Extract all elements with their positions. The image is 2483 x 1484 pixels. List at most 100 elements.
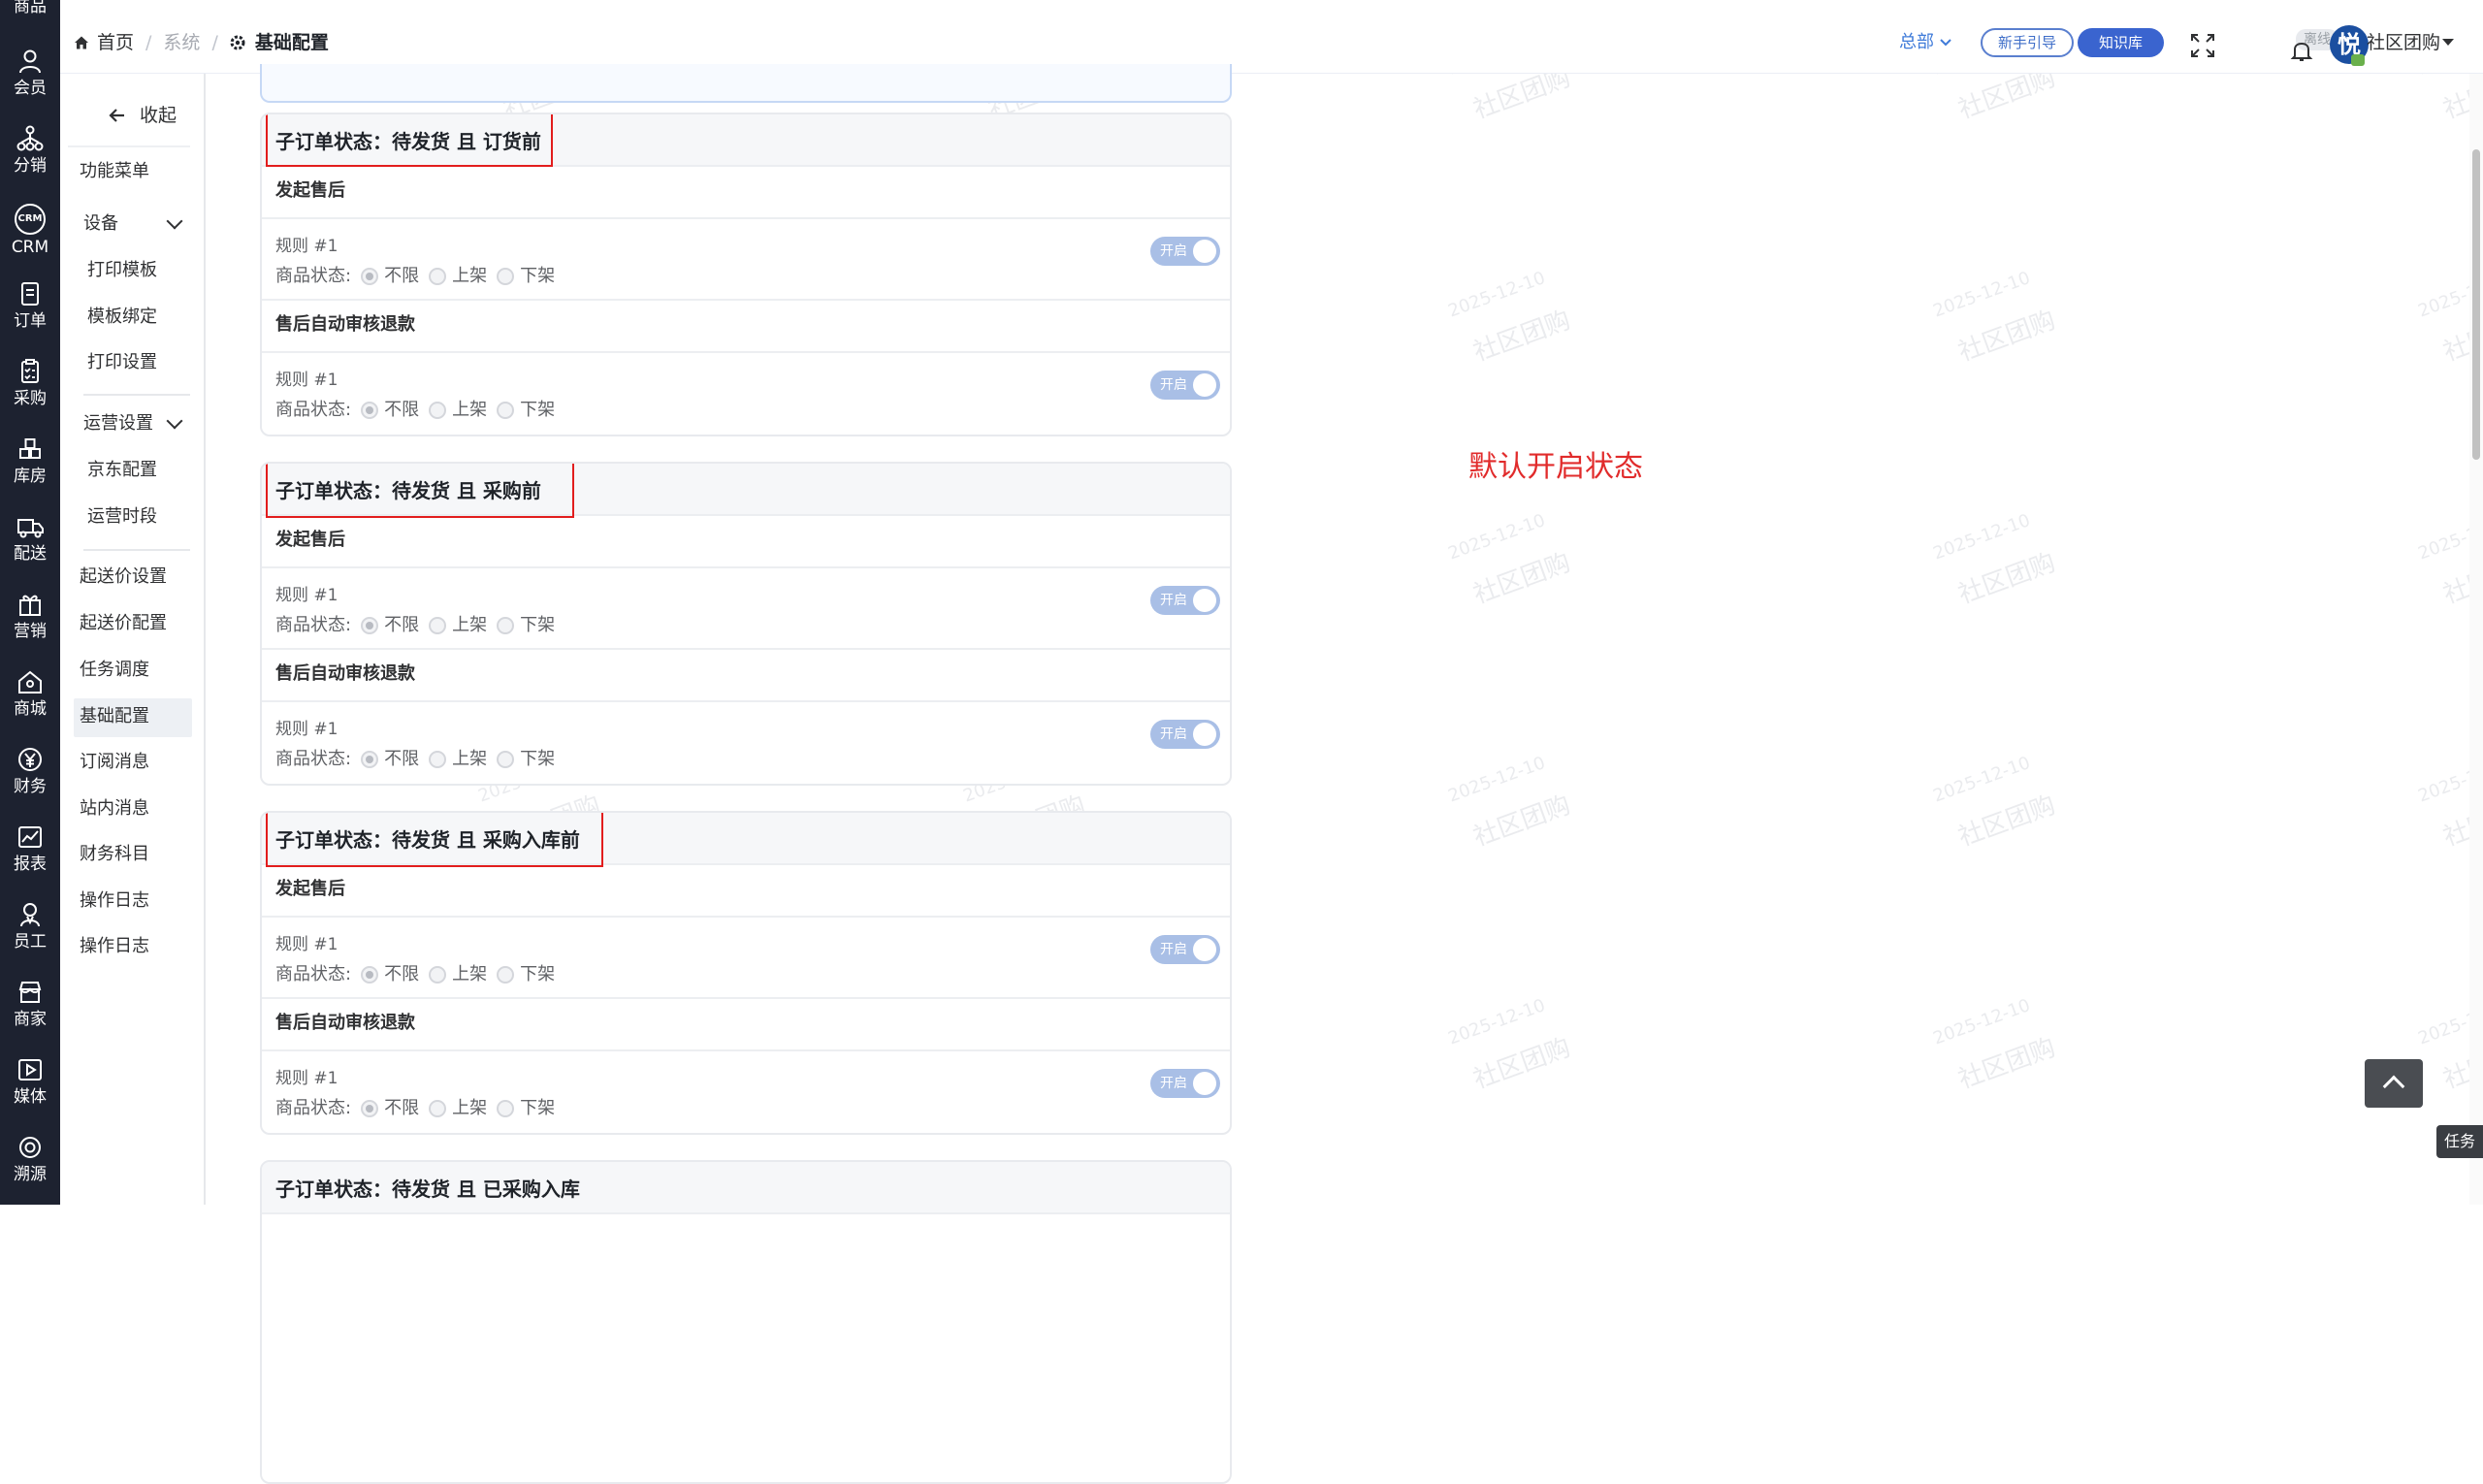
radio-button[interactable] bbox=[361, 617, 379, 634]
sidebar-item-operation-log-2[interactable]: 操作日志 bbox=[80, 934, 149, 959]
enable-toggle[interactable]: 开启 bbox=[1150, 237, 1220, 266]
watermark: 2025-12-10社区团购 bbox=[1930, 265, 2059, 371]
nav-marketing[interactable]: 营销 bbox=[0, 580, 60, 654]
nav-order[interactable]: 订单 bbox=[0, 270, 60, 343]
radio-option-label: 上架 bbox=[452, 615, 488, 635]
breadcrumb-home[interactable]: 首页 bbox=[97, 30, 134, 55]
status-label: 商品状态: bbox=[275, 964, 352, 984]
sidebar-item-print-settings[interactable]: 打印设置 bbox=[87, 350, 157, 375]
radio-button[interactable] bbox=[429, 617, 447, 634]
yuan-icon bbox=[18, 748, 42, 771]
nav-merchant[interactable]: 商家 bbox=[0, 968, 60, 1042]
product-status-radio-group: 商品状态: 不限 上架 下架 bbox=[275, 613, 555, 638]
caret-down-icon[interactable] bbox=[2442, 39, 2454, 46]
nav-finance[interactable]: 财务 bbox=[0, 735, 60, 809]
sidebar-item-ops-period[interactable]: 运营时段 bbox=[87, 504, 157, 530]
sidebar-item-task-schedule[interactable]: 任务调度 bbox=[80, 658, 149, 683]
radio-button[interactable] bbox=[497, 751, 515, 768]
sidebar-item-operation-log[interactable]: 操作日志 bbox=[80, 888, 149, 914]
radio-option-label: 不限 bbox=[384, 400, 420, 420]
nav-delivery[interactable]: 配送 bbox=[0, 502, 60, 576]
watermark: 2025-12-10社区团购 bbox=[1445, 992, 1574, 1099]
toggle-label: 开启 bbox=[1160, 243, 1187, 259]
collapse-button[interactable]: 收起 bbox=[68, 78, 190, 147]
radio-button[interactable] bbox=[429, 268, 447, 285]
radio-button[interactable] bbox=[497, 268, 515, 285]
radio-button[interactable] bbox=[361, 402, 379, 419]
section-title: 售后自动审核退款 bbox=[275, 1013, 415, 1033]
nav-label: 会员 bbox=[14, 79, 47, 98]
watermark: 2025-12-10社区团购 bbox=[1930, 750, 2059, 856]
user-name[interactable]: 社区团购 bbox=[2367, 30, 2440, 55]
radio-button[interactable] bbox=[361, 751, 379, 768]
nav-media[interactable]: 媒体 bbox=[0, 1046, 60, 1119]
sidebar-item-finance-subject[interactable]: 财务科目 bbox=[80, 842, 149, 867]
nav-mall[interactable]: 商城 bbox=[0, 658, 60, 731]
sidebar-item-template-binding[interactable]: 模板绑定 bbox=[87, 305, 157, 330]
sidebar-divider bbox=[83, 549, 190, 551]
radio-option-label: 上架 bbox=[452, 400, 488, 420]
nav-goods[interactable]: 商品 bbox=[0, 0, 60, 29]
fullscreen-icon[interactable] bbox=[2188, 31, 2217, 60]
guide-button[interactable]: 新手引导 bbox=[1981, 28, 2075, 57]
sidebar-item-min-order-setting[interactable]: 起送价设置 bbox=[80, 565, 167, 590]
nav-member[interactable]: 会员 bbox=[0, 37, 60, 111]
enable-toggle[interactable]: 开启 bbox=[1150, 586, 1220, 615]
rule-label: 规则 #1 bbox=[275, 935, 339, 954]
radio-button[interactable] bbox=[497, 1100, 515, 1117]
sidebar-group-device[interactable]: 设备 bbox=[83, 211, 118, 237]
watermark-date: 2025-12-10 bbox=[1445, 268, 1548, 322]
knowledge-button[interactable]: 知识库 bbox=[2078, 28, 2165, 57]
chevron-down-icon[interactable] bbox=[166, 212, 183, 230]
breadcrumb-system[interactable]: 系统 bbox=[163, 30, 200, 55]
sidebar-item-print-template[interactable]: 打印模板 bbox=[87, 258, 157, 283]
scrollbar-thumb[interactable] bbox=[2472, 149, 2480, 460]
task-tab[interactable]: 任务 bbox=[2436, 1125, 2483, 1158]
radio-button[interactable] bbox=[429, 402, 447, 419]
gear-icon bbox=[230, 35, 245, 50]
enable-toggle[interactable]: 开启 bbox=[1150, 720, 1220, 749]
enable-toggle[interactable]: 开启 bbox=[1150, 371, 1220, 400]
radio-button[interactable] bbox=[497, 402, 515, 419]
radio-button[interactable] bbox=[497, 966, 515, 984]
sidebar-item-jd-config[interactable]: 京东配置 bbox=[87, 458, 157, 483]
nav-staff[interactable]: 员工 bbox=[0, 890, 60, 964]
nav-purchase[interactable]: 采购 bbox=[0, 347, 60, 421]
radio-button[interactable] bbox=[361, 268, 379, 285]
sidebar-item-min-order-config[interactable]: 起送价配置 bbox=[80, 611, 167, 636]
radio-option-label: 下架 bbox=[520, 266, 556, 286]
warehouse-icon bbox=[19, 438, 41, 459]
enable-toggle[interactable]: 开启 bbox=[1150, 935, 1220, 964]
radio-option-label: 不限 bbox=[384, 266, 420, 286]
radio-button[interactable] bbox=[429, 966, 447, 984]
chevron-down-icon[interactable] bbox=[166, 412, 183, 430]
radio-button[interactable] bbox=[497, 617, 515, 634]
nav-label: 商品 bbox=[14, 0, 47, 16]
back-to-top-button[interactable] bbox=[2365, 1059, 2423, 1108]
sidebar-item-subscription-msg[interactable]: 订阅消息 bbox=[80, 750, 149, 775]
org-selector[interactable]: 总部 bbox=[1899, 30, 1951, 55]
radio-button[interactable] bbox=[429, 1100, 447, 1117]
radio-button[interactable] bbox=[361, 966, 379, 984]
toggle-label: 开启 bbox=[1160, 1076, 1187, 1091]
enable-toggle[interactable]: 开启 bbox=[1150, 1069, 1220, 1098]
sidebar-item-basic-config[interactable]: 基础配置 bbox=[80, 704, 149, 729]
sidebar-group-ops[interactable]: 运营设置 bbox=[83, 411, 153, 436]
watermark-date: 2025-12-10 bbox=[1445, 510, 1548, 565]
status-label: 商品状态: bbox=[275, 749, 352, 769]
nav-warehouse[interactable]: 库房 bbox=[0, 425, 60, 499]
radio-button[interactable] bbox=[429, 751, 447, 768]
sidebar-item-site-msg[interactable]: 站内消息 bbox=[80, 796, 149, 822]
nav-report[interactable]: 报表 bbox=[0, 813, 60, 887]
nav-label: 分销 bbox=[14, 156, 47, 176]
nav-crm[interactable]: CRM CRM bbox=[0, 192, 60, 266]
watermark-text: 社区团购 bbox=[1469, 548, 1575, 610]
nav-distribution[interactable]: 分销 bbox=[0, 114, 60, 188]
toggle-knob bbox=[1193, 1072, 1216, 1095]
watermark-text: 社区团购 bbox=[1954, 306, 2060, 368]
radio-button[interactable] bbox=[361, 1100, 379, 1117]
nav-trace[interactable]: 溯源 bbox=[0, 1123, 60, 1197]
nav-label: 订单 bbox=[14, 311, 47, 331]
bell-icon[interactable] bbox=[2289, 39, 2314, 64]
staff-icon bbox=[20, 903, 40, 927]
